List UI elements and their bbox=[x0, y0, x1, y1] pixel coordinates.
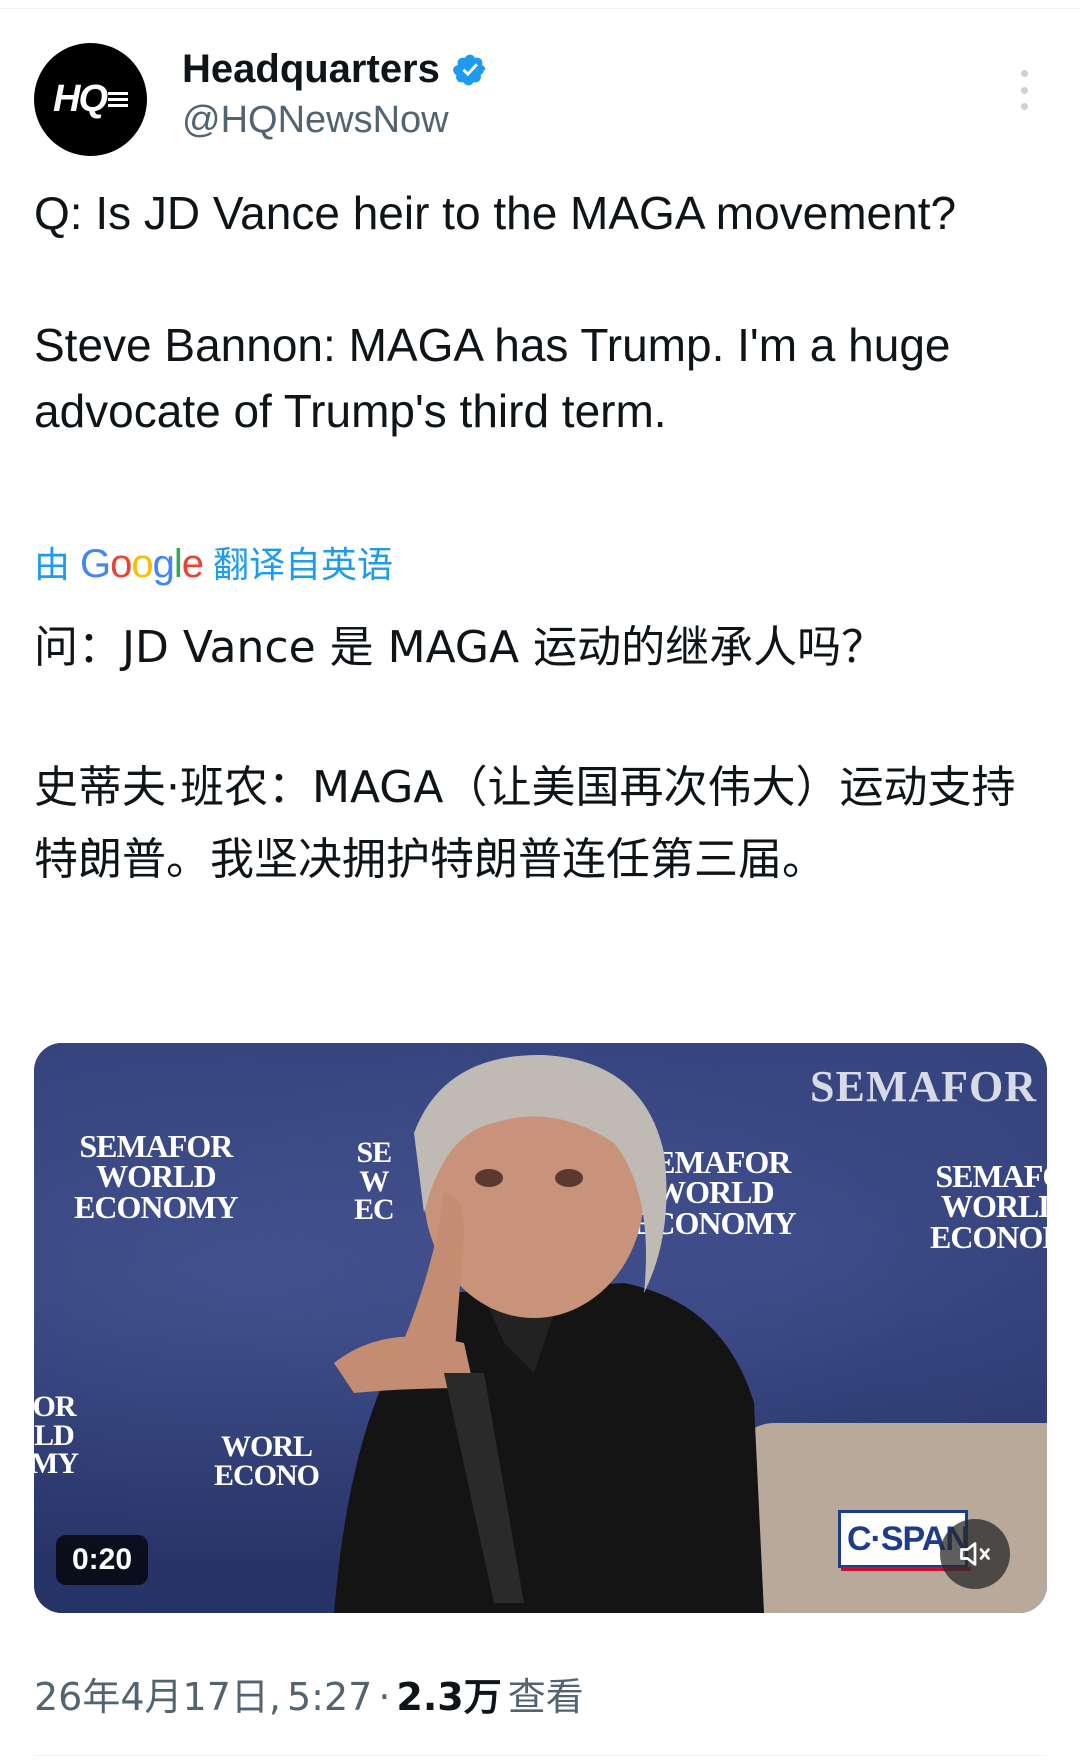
translation-prefix: 由 bbox=[34, 544, 71, 585]
speaker-muted-icon bbox=[960, 1542, 990, 1566]
logo-line: ECONOM bbox=[930, 1218, 1047, 1255]
logo-line: ECONOMY bbox=[74, 1188, 239, 1225]
more-dot-icon bbox=[1020, 70, 1028, 77]
logo-line: OR bbox=[34, 1390, 76, 1423]
tweet-paragraph: Steve Bannon: MAGA has Trump. I'm a huge… bbox=[34, 319, 951, 437]
author-name-row[interactable]: Headquarters bbox=[182, 47, 488, 92]
verified-badge-icon bbox=[453, 54, 486, 85]
avatar-text: HQ bbox=[53, 78, 108, 120]
tweet-meta: 26年4月17日, 5:27 · 2.3万 查看 bbox=[34, 1666, 584, 1721]
views-label: 查看 bbox=[507, 1675, 584, 1719]
view-count[interactable]: 2.3万 bbox=[396, 1666, 501, 1721]
meta-separator: · bbox=[378, 1675, 391, 1719]
translated-paragraph: 史蒂夫·班农：MAGA（让美国再次伟大）运动支持特朗普。我坚决拥护特朗普连任第三… bbox=[34, 762, 1016, 885]
tweet-time[interactable]: 5:27 bbox=[287, 1675, 372, 1719]
more-dot-icon bbox=[1020, 103, 1028, 110]
translation-suffix: 翻译自英语 bbox=[213, 544, 394, 585]
author-handle[interactable]: @HQNewsNow bbox=[182, 99, 449, 142]
logo-line: WORLD bbox=[941, 1188, 1047, 1225]
tweet-text: Q: Is JD Vance heir to the MAGA movement… bbox=[34, 180, 1034, 444]
avatar[interactable]: HQ bbox=[34, 43, 147, 156]
backdrop-logo: SEMAFO WORLD ECONOM bbox=[930, 1158, 1047, 1255]
translated-paragraph: 问：JD Vance 是 MAGA 运动的继承人吗？ bbox=[34, 622, 886, 673]
display-name[interactable]: Headquarters bbox=[182, 47, 440, 92]
avatar-lines-icon bbox=[108, 91, 128, 108]
logo-line: SEMAFOR bbox=[79, 1128, 233, 1164]
backdrop-logo: OR LD MY bbox=[34, 1390, 79, 1480]
google-logo: Google bbox=[80, 542, 204, 586]
translated-text: 问：JD Vance 是 MAGA 运动的继承人吗？ 史蒂夫·班农：MAGA（让… bbox=[34, 612, 1044, 896]
backdrop-logo: SEMAFOR WORLD ECONOMY bbox=[74, 1128, 239, 1225]
tweet-paragraph: Q: Is JD Vance heir to the MAGA movement… bbox=[34, 187, 957, 239]
mute-button[interactable] bbox=[940, 1519, 1010, 1589]
tweet-date[interactable]: 26年4月17日, bbox=[34, 1666, 281, 1721]
logo-line: SEMAFO bbox=[935, 1158, 1047, 1194]
logo-line: WORLD bbox=[96, 1158, 216, 1195]
video-player[interactable]: SEMAFOR SEMAFOR WORLD ECONOMY SE W EC SE… bbox=[34, 1043, 1047, 1613]
more-dot-icon bbox=[1020, 86, 1028, 94]
bottom-divider bbox=[34, 1755, 1047, 1756]
speaker-figure bbox=[334, 1054, 764, 1613]
top-divider bbox=[0, 8, 1080, 9]
video-duration: 0:20 bbox=[56, 1535, 149, 1585]
logo-line: LD bbox=[34, 1418, 75, 1452]
logo-line: MY bbox=[34, 1447, 79, 1480]
more-options-button[interactable] bbox=[1008, 70, 1040, 110]
translation-attribution[interactable]: 由 Google 翻译自英语 bbox=[34, 536, 393, 588]
